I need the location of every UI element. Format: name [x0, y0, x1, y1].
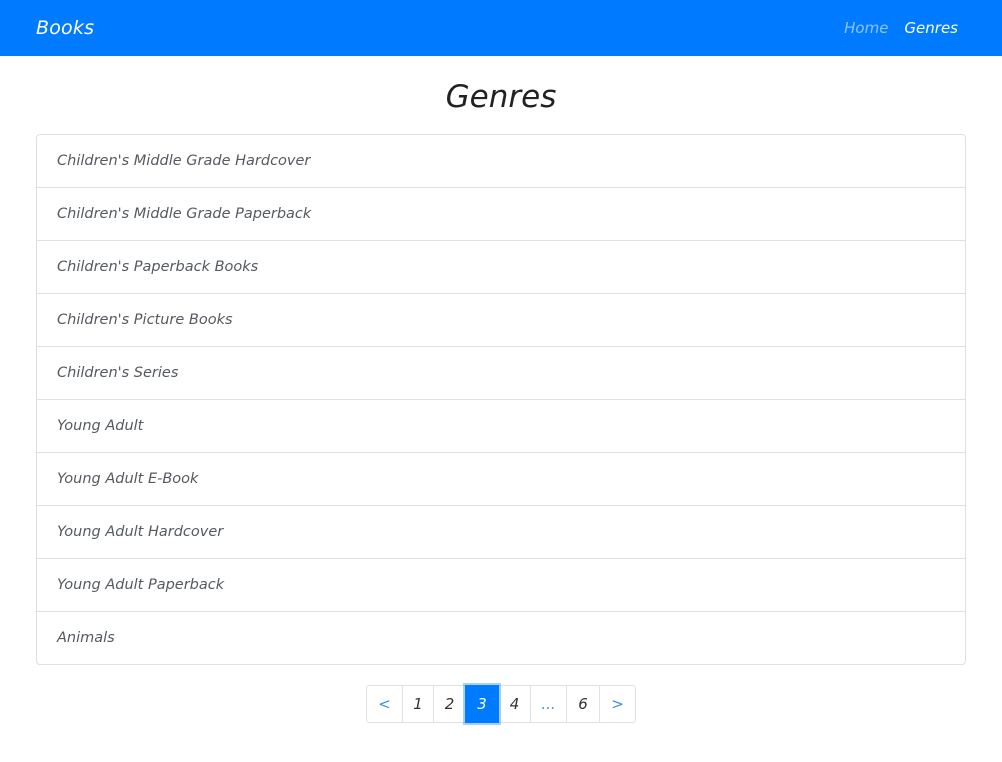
- genre-list: Children's Middle Grade Hardcover Childr…: [36, 134, 966, 665]
- page-title: Genres: [445, 79, 557, 115]
- brand-link[interactable]: Books: [36, 17, 94, 39]
- list-item[interactable]: Children's Paperback Books: [37, 240, 965, 293]
- pagination-page-3[interactable]: 3: [465, 685, 499, 723]
- list-item[interactable]: Young Adult Paperback: [37, 558, 965, 611]
- nav-links: Home Genres: [844, 19, 958, 37]
- pagination-page-6[interactable]: 6: [566, 685, 600, 723]
- navbar: Books Home Genres: [0, 0, 1002, 56]
- pagination-ellipsis[interactable]: ...: [530, 685, 567, 723]
- pagination-page-2[interactable]: 2: [433, 685, 466, 723]
- pagination-page-4[interactable]: 4: [498, 685, 531, 723]
- list-item[interactable]: Young Adult Hardcover: [37, 505, 965, 558]
- nav-link-genres[interactable]: Genres: [904, 19, 958, 37]
- list-item[interactable]: Children's Middle Grade Paperback: [37, 187, 965, 240]
- list-item[interactable]: Children's Series: [37, 346, 965, 399]
- pagination: < 1 2 3 4 ... 6 >: [0, 685, 1002, 723]
- pagination-next-button[interactable]: >: [599, 685, 636, 723]
- pagination-page-1[interactable]: 1: [402, 685, 434, 723]
- pagination-prev-button[interactable]: <: [366, 685, 403, 723]
- list-item[interactable]: Children's Middle Grade Hardcover: [37, 135, 965, 187]
- nav-link-home[interactable]: Home: [844, 19, 888, 37]
- list-item[interactable]: Animals: [37, 611, 965, 664]
- list-item[interactable]: Young Adult: [37, 399, 965, 452]
- list-item[interactable]: Children's Picture Books: [37, 293, 965, 346]
- list-item[interactable]: Young Adult E-Book: [37, 452, 965, 505]
